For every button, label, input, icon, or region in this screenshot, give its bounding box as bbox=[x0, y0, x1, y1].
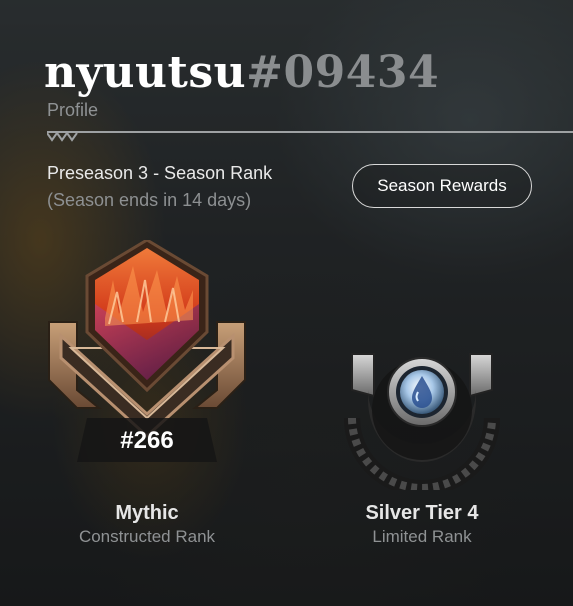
player-name: nyuutsu#09434 bbox=[44, 44, 439, 102]
constructed-rank[interactable]: #266 Mythic Constructed Rank bbox=[47, 240, 247, 560]
page-subtitle: Profile bbox=[47, 100, 99, 120]
header-divider bbox=[47, 131, 573, 133]
silver-crest-icon bbox=[344, 353, 500, 490]
rank-tier-name: Mythic bbox=[115, 502, 179, 524]
chevron-decoration-icon bbox=[47, 132, 78, 142]
username: nyuutsu bbox=[44, 47, 247, 98]
limited-rank[interactable]: Silver Tier 4 Limited Rank bbox=[312, 340, 532, 560]
rank-tier-name: Silver Tier 4 bbox=[365, 502, 479, 524]
rank-position: #266 bbox=[120, 427, 174, 454]
rank-format-label: Limited Rank bbox=[372, 527, 472, 546]
rank-format-label: Constructed Rank bbox=[78, 527, 216, 546]
season-ends-text: (Season ends in 14 days) bbox=[47, 190, 252, 210]
season-rewards-button[interactable]: Season Rewards bbox=[352, 164, 532, 208]
season-title: Preseason 3 - Season Rank bbox=[47, 163, 273, 183]
player-tag: #09434 bbox=[246, 47, 440, 98]
